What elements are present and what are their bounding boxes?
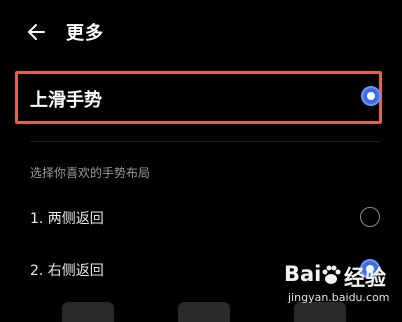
back-button[interactable] bbox=[22, 18, 52, 46]
radio-dot bbox=[367, 92, 375, 100]
watermark-url: jingyan.baidu.com bbox=[288, 291, 390, 304]
layout-preview-thumb bbox=[178, 302, 230, 322]
baidu-watermark: Bai 经验 jingyan.baidu.com bbox=[284, 262, 400, 310]
radio-selected[interactable] bbox=[361, 86, 381, 106]
option-label: 上滑手势 bbox=[30, 90, 102, 111]
watermark-logo-right: 经验 bbox=[344, 266, 386, 290]
option-swipe-up-gesture[interactable]: 上滑手势 bbox=[18, 74, 381, 121]
paw-icon bbox=[322, 265, 341, 284]
arrow-left-icon bbox=[28, 24, 45, 40]
option-label: 2. 右侧返回 bbox=[30, 263, 104, 279]
page-title: 更多 bbox=[66, 23, 104, 44]
top-bar: 更多 bbox=[0, 0, 402, 62]
option-both-sides-back[interactable]: 1. 两侧返回 bbox=[30, 198, 384, 238]
radio-unselected[interactable] bbox=[360, 207, 380, 227]
divider bbox=[30, 141, 380, 142]
layout-preview-thumb bbox=[62, 302, 114, 322]
watermark-logo-left: Bai bbox=[284, 262, 322, 286]
section-title: 选择你喜欢的手势布局 bbox=[30, 166, 151, 180]
option-label: 1. 两侧返回 bbox=[30, 211, 104, 227]
